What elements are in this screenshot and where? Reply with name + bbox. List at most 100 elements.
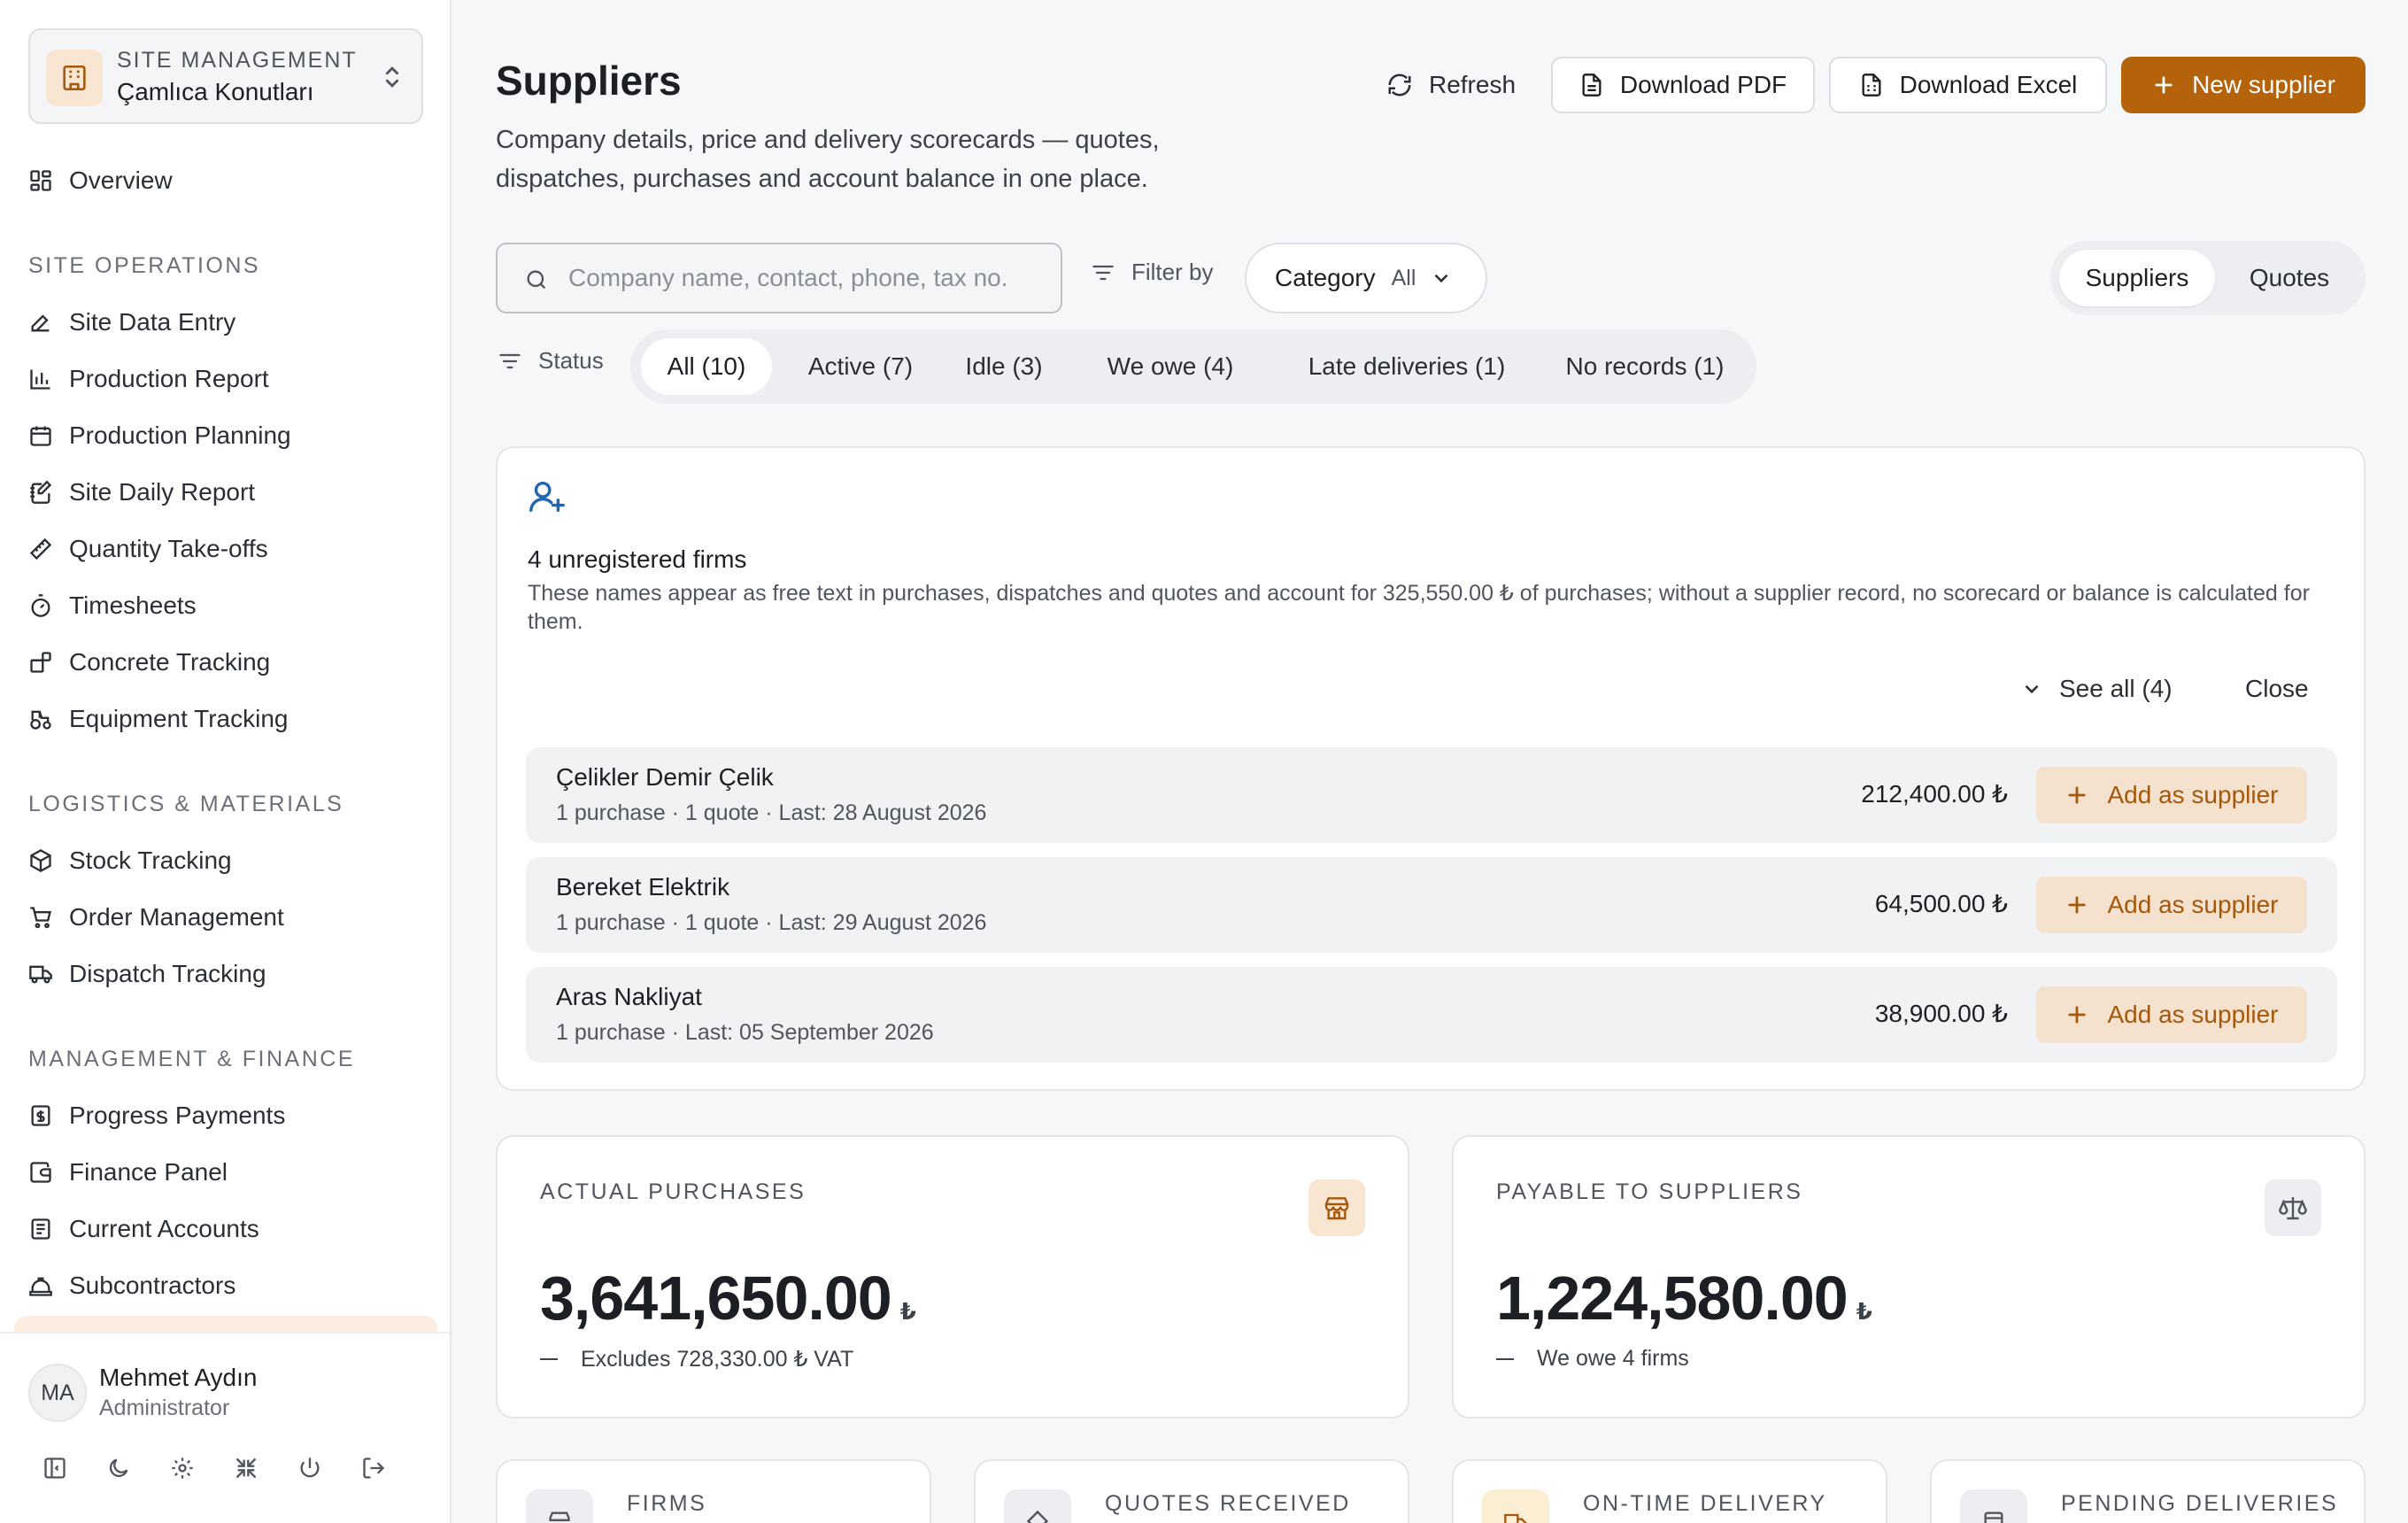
unregistered-title: 4 unregistered firms (528, 545, 747, 573)
user-name: Mehmet Aydın (99, 1364, 258, 1391)
stat-card-actual-purchases: ACTUAL PURCHASES 3,641,650.00 ₺ Excludes … (496, 1135, 1409, 1419)
minimize-icon[interactable] (232, 1454, 260, 1482)
sidebar-item-subcontractors[interactable]: Subcontractors (28, 1263, 235, 1309)
sidebar-item-active-peek[interactable] (14, 1316, 437, 1334)
sidebar-item-label: Site Daily Report (69, 478, 256, 506)
sidebar-item-production-report[interactable]: Production Report (28, 356, 269, 402)
stat-label: ACTUAL PURCHASES (540, 1179, 807, 1204)
sidebar-item-label: Quantity Take-offs (69, 535, 268, 562)
chevron-down-icon (2025, 684, 2039, 694)
package-icon (1960, 1489, 2027, 1523)
plus-icon (2068, 786, 2087, 804)
sidebar-item-equipment-tracking[interactable]: Equipment Tracking (28, 696, 288, 742)
tractor-icon (30, 710, 51, 730)
category-select[interactable]: Category All (1245, 243, 1487, 313)
sidebar-item-label: Production Planning (69, 421, 291, 449)
stat-card-pending-deliveries: PENDING DELIVERIES (1930, 1459, 2366, 1523)
ruler-icon (29, 537, 52, 560)
see-all-button[interactable]: See all (4) (2020, 675, 2173, 703)
add-as-supplier-button[interactable]: Add as supplier (2036, 767, 2307, 823)
status-chip-no-records[interactable]: No records (1) (1546, 338, 1744, 395)
sidebar-item-production-planning[interactable]: Production Planning (28, 413, 291, 459)
status-chip-we-owe[interactable]: We owe (4) (1073, 338, 1268, 395)
sidebar-toggle-icon[interactable] (41, 1454, 69, 1482)
sidebar-item-progress-payments[interactable]: Progress Payments (28, 1093, 285, 1139)
status-chip-late-deliveries[interactable]: Late deliveries (1) (1280, 338, 1533, 395)
stat-card-firms: FIRMS (496, 1459, 931, 1523)
add-as-supplier-button[interactable]: Add as supplier (2036, 877, 2307, 933)
stat-label: PENDING DELIVERIES (2061, 1491, 2339, 1516)
logout-icon[interactable] (359, 1454, 388, 1482)
new-supplier-button[interactable]: New supplier (2121, 57, 2366, 113)
sidebar-item-dispatch-tracking[interactable]: Dispatch Tracking (28, 951, 266, 997)
stat-note: We owe 4 firms (1496, 1346, 1689, 1372)
site-switcher[interactable]: SITE MANAGEMENT Çamlıca Konutları (28, 28, 423, 124)
sliders-icon (1092, 265, 1114, 280)
sidebar-item-label: Concrete Tracking (69, 648, 271, 676)
sidebar-item-label: Timesheets (69, 591, 197, 619)
status-chip-idle[interactable]: Idle (3) (945, 338, 1062, 395)
tab-quotes[interactable]: Quotes (2220, 250, 2358, 306)
stat-label: FIRMS (627, 1491, 707, 1516)
edit-icon (31, 314, 50, 332)
stat-card-on-time-delivery: ON-TIME DELIVERY (1452, 1459, 1887, 1523)
sidebar-item-finance-panel[interactable]: Finance Panel (28, 1149, 228, 1195)
tab-suppliers[interactable]: Suppliers (2059, 250, 2215, 306)
firm-amount: 64,500.00 ₺ (1874, 890, 2008, 917)
stat-value: 3,641,650.00 ₺ (540, 1264, 916, 1333)
sidebar-item-site-daily-report[interactable]: Site Daily Report (28, 469, 255, 515)
download-pdf-button[interactable]: Download PDF (1551, 57, 1815, 113)
file-text-icon (1582, 73, 1601, 97)
sidebar-item-label: Stock Tracking (69, 847, 232, 874)
close-button[interactable]: Close (2245, 675, 2309, 703)
status-chip-active[interactable]: Active (7) (788, 338, 933, 395)
sidebar-item-order-management[interactable]: Order Management (28, 894, 284, 940)
refresh-button[interactable]: Refresh (1367, 57, 1535, 113)
sidebar-item-stock-tracking[interactable]: Stock Tracking (28, 838, 232, 884)
power-icon[interactable] (296, 1454, 324, 1482)
avatar[interactable]: MA (28, 1364, 87, 1422)
sidebar-item-label: Site Data Entry (69, 308, 236, 336)
page-title: Suppliers (496, 58, 682, 104)
bar-chart-icon (30, 369, 50, 390)
sidebar-item-current-accounts[interactable]: Current Accounts (28, 1206, 259, 1252)
search-icon (527, 270, 546, 290)
user-plus-icon (526, 476, 567, 522)
moon-icon[interactable] (104, 1454, 133, 1482)
sidebar-item-label: Order Management (69, 903, 284, 931)
plus-icon (2068, 1006, 2087, 1024)
sidebar-item-site-data-entry[interactable]: Site Data Entry (28, 299, 235, 345)
stat-value: 1,224,580.00 ₺ (1496, 1264, 1872, 1333)
status-chip-all[interactable]: All (10) (641, 338, 772, 395)
firm-meta: 1 purchase · 1 quote · Last: 28 August 2… (556, 800, 987, 825)
download-excel-button[interactable]: Download Excel (1829, 57, 2107, 113)
firm-name: Bereket Elektrik (556, 873, 730, 901)
gear-icon[interactable] (168, 1454, 197, 1482)
sidebar-item-concrete-tracking[interactable]: Concrete Tracking (28, 639, 270, 685)
stat-card-quotes-received: QUOTES RECEIVED (974, 1459, 1409, 1523)
status-filter-chips: All (10) Active (7) Idle (3) We owe (4) … (630, 329, 1756, 404)
stat-card-payable: PAYABLE TO SUPPLIERS 1,224,580.00 ₺ We ow… (1452, 1135, 2366, 1419)
add-as-supplier-button[interactable]: Add as supplier (2036, 986, 2307, 1043)
chevron-down-icon (1435, 274, 1448, 283)
hard-hat-icon (29, 1277, 52, 1296)
stat-label: PAYABLE TO SUPPLIERS (1496, 1179, 1803, 1204)
sidebar-item-label: Production Report (69, 365, 269, 392)
sidebar-item-quantity-take-offs[interactable]: Quantity Take-offs (28, 526, 268, 572)
sidebar-item-label: Subcontractors (69, 1272, 236, 1299)
sidebar-item-label: Current Accounts (69, 1215, 259, 1242)
sidebar-item-label: Overview (69, 166, 173, 194)
firm-amount: 212,400.00 ₺ (1861, 780, 2008, 808)
file-spreadsheet-icon (1862, 73, 1881, 97)
sidebar-item-timesheets[interactable]: Timesheets (28, 583, 197, 629)
nav-section-site-operations: SITE OPERATIONS (28, 253, 261, 278)
sidebar: SITE MANAGEMENT Çamlıca Konutları Overvi… (0, 0, 452, 1523)
sidebar-item-label: Dispatch Tracking (69, 960, 266, 987)
sidebar-item-overview[interactable]: Overview (28, 158, 173, 204)
sidebar-item-label: Equipment Tracking (69, 705, 289, 732)
search-input[interactable] (568, 244, 1046, 312)
sidebar-item-label: Finance Panel (69, 1158, 228, 1186)
ledger-icon (31, 1218, 50, 1240)
filter-lines-icon (499, 353, 521, 368)
refresh-icon (1388, 73, 1411, 97)
